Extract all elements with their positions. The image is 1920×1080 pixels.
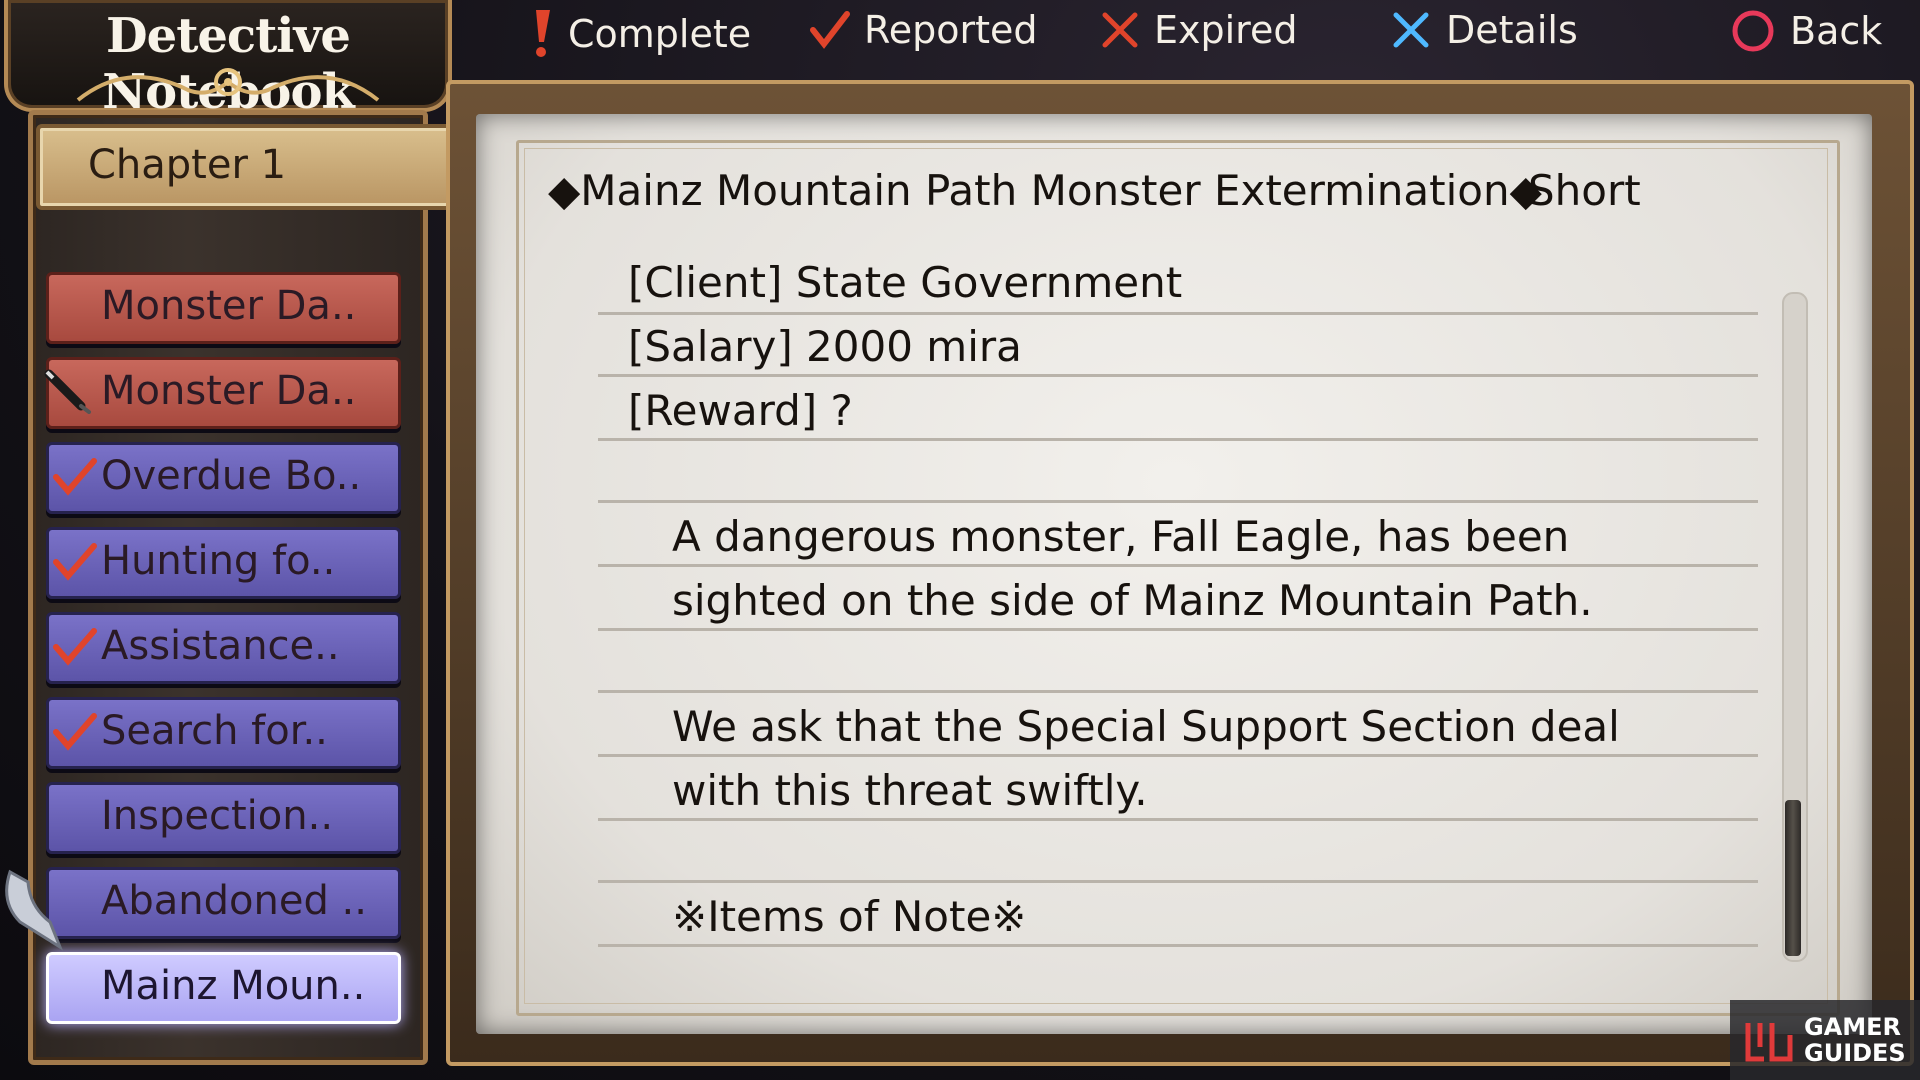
quest-item-monster-data-2[interactable]: Monster Da..: [44, 357, 401, 429]
quest-item-monster-data-1[interactable]: Monster Da..: [46, 272, 401, 344]
legend-expired-label: Expired: [1154, 8, 1298, 52]
quest-item-mainz-mountain[interactable]: Mainz Moun..: [46, 952, 401, 1024]
legend-reported: Reported: [810, 8, 1037, 52]
cross-button-icon: [1393, 12, 1429, 48]
quest-label: Mainz Moun..: [101, 963, 366, 1009]
quest-item-search[interactable]: Search for..: [46, 697, 401, 769]
ruled-line: [598, 438, 1758, 441]
quest-title: ◆Mainz Mountain Path Monster Exterminati…: [548, 166, 1542, 215]
reward-line: [Reward] ?: [628, 386, 853, 435]
ruled-line: [598, 880, 1758, 883]
quest-item-inspection[interactable]: Inspection..: [46, 782, 401, 854]
items-of-note-heading: ※Items of Note※: [672, 892, 1027, 941]
quest-item-assistance[interactable]: Assistance..: [46, 612, 401, 684]
quest-length: Short: [1528, 166, 1641, 215]
client-line: [Client] State Government: [628, 258, 1183, 307]
quest-label: Hunting fo..: [101, 538, 336, 584]
description-line: We ask that the Special Support Section …: [672, 702, 1620, 751]
legend-expired: Expired: [1100, 8, 1297, 52]
gamer-guides-watermark: GAMER GUIDES: [1730, 1000, 1920, 1080]
ruled-line: [598, 690, 1758, 693]
checkmark-icon: [53, 628, 97, 666]
gamer-guides-logo-icon: [1745, 1023, 1793, 1062]
quest-label: Search for..: [101, 708, 328, 754]
checkmark-icon: [53, 543, 97, 581]
quest-item-overdue-books[interactable]: Overdue Bo..: [46, 442, 401, 514]
quest-label: Monster Da..: [101, 368, 357, 414]
ruled-line: [598, 944, 1758, 947]
cross-icon: [1102, 12, 1138, 48]
checkmark-icon: [53, 458, 97, 496]
pen-icon: [44, 369, 91, 414]
gold-ornament-icon: [76, 68, 380, 102]
scrollbar-thumb[interactable]: [1785, 800, 1801, 956]
quest-label: Overdue Bo..: [101, 453, 362, 499]
salary-line: [Salary] 2000 mira: [628, 322, 1022, 371]
quest-label: Inspection..: [101, 793, 334, 839]
checkmark-icon: [53, 713, 97, 751]
ruled-line: [598, 628, 1758, 631]
details-button-label: Details: [1446, 8, 1578, 52]
quest-item-abandoned[interactable]: Abandoned ..: [46, 867, 401, 939]
quest-label: Abandoned ..: [101, 878, 367, 924]
details-button[interactable]: Details: [1390, 8, 1578, 52]
ruled-line: [598, 374, 1758, 377]
circle-button-icon: [1732, 10, 1774, 52]
ruled-line: [598, 754, 1758, 757]
watermark-line-2: GUIDES: [1804, 1039, 1906, 1067]
description-line: with this threat swiftly.: [672, 766, 1148, 815]
description-line: A dangerous monster, Fall Eagle, has bee…: [672, 512, 1570, 561]
selection-cursor-icon: [5, 869, 64, 951]
ruled-line: [598, 818, 1758, 821]
ruled-line: [598, 312, 1758, 315]
ruled-line: [598, 500, 1758, 503]
ruled-line: [598, 564, 1758, 567]
quest-item-hunting[interactable]: Hunting fo..: [46, 527, 401, 599]
chapter-selector[interactable]: Chapter 1: [36, 124, 462, 210]
back-button[interactable]: Back: [1730, 8, 1882, 54]
back-button-label: Back: [1790, 9, 1883, 53]
title-plaque: Detective Notebook: [4, 0, 452, 120]
checkmark-icon: [810, 11, 850, 49]
button-legend: Complete Reported Expired Details Back: [480, 0, 1920, 70]
legend-complete-label: Complete: [568, 12, 752, 56]
description-line: sighted on the side of Mainz Mountain Pa…: [672, 576, 1593, 625]
legend-complete: Complete: [530, 8, 751, 60]
quest-list: Monster Da.. Monster Da.. Overdue Bo.. H…: [44, 272, 401, 1037]
watermark-line-1: GAMER: [1804, 1013, 1902, 1041]
quest-label: Assistance..: [101, 623, 340, 669]
chapter-label: Chapter 1: [88, 142, 287, 188]
legend-reported-label: Reported: [864, 8, 1038, 52]
exclamation-icon: [536, 10, 550, 57]
quest-label: Monster Da..: [101, 283, 357, 329]
